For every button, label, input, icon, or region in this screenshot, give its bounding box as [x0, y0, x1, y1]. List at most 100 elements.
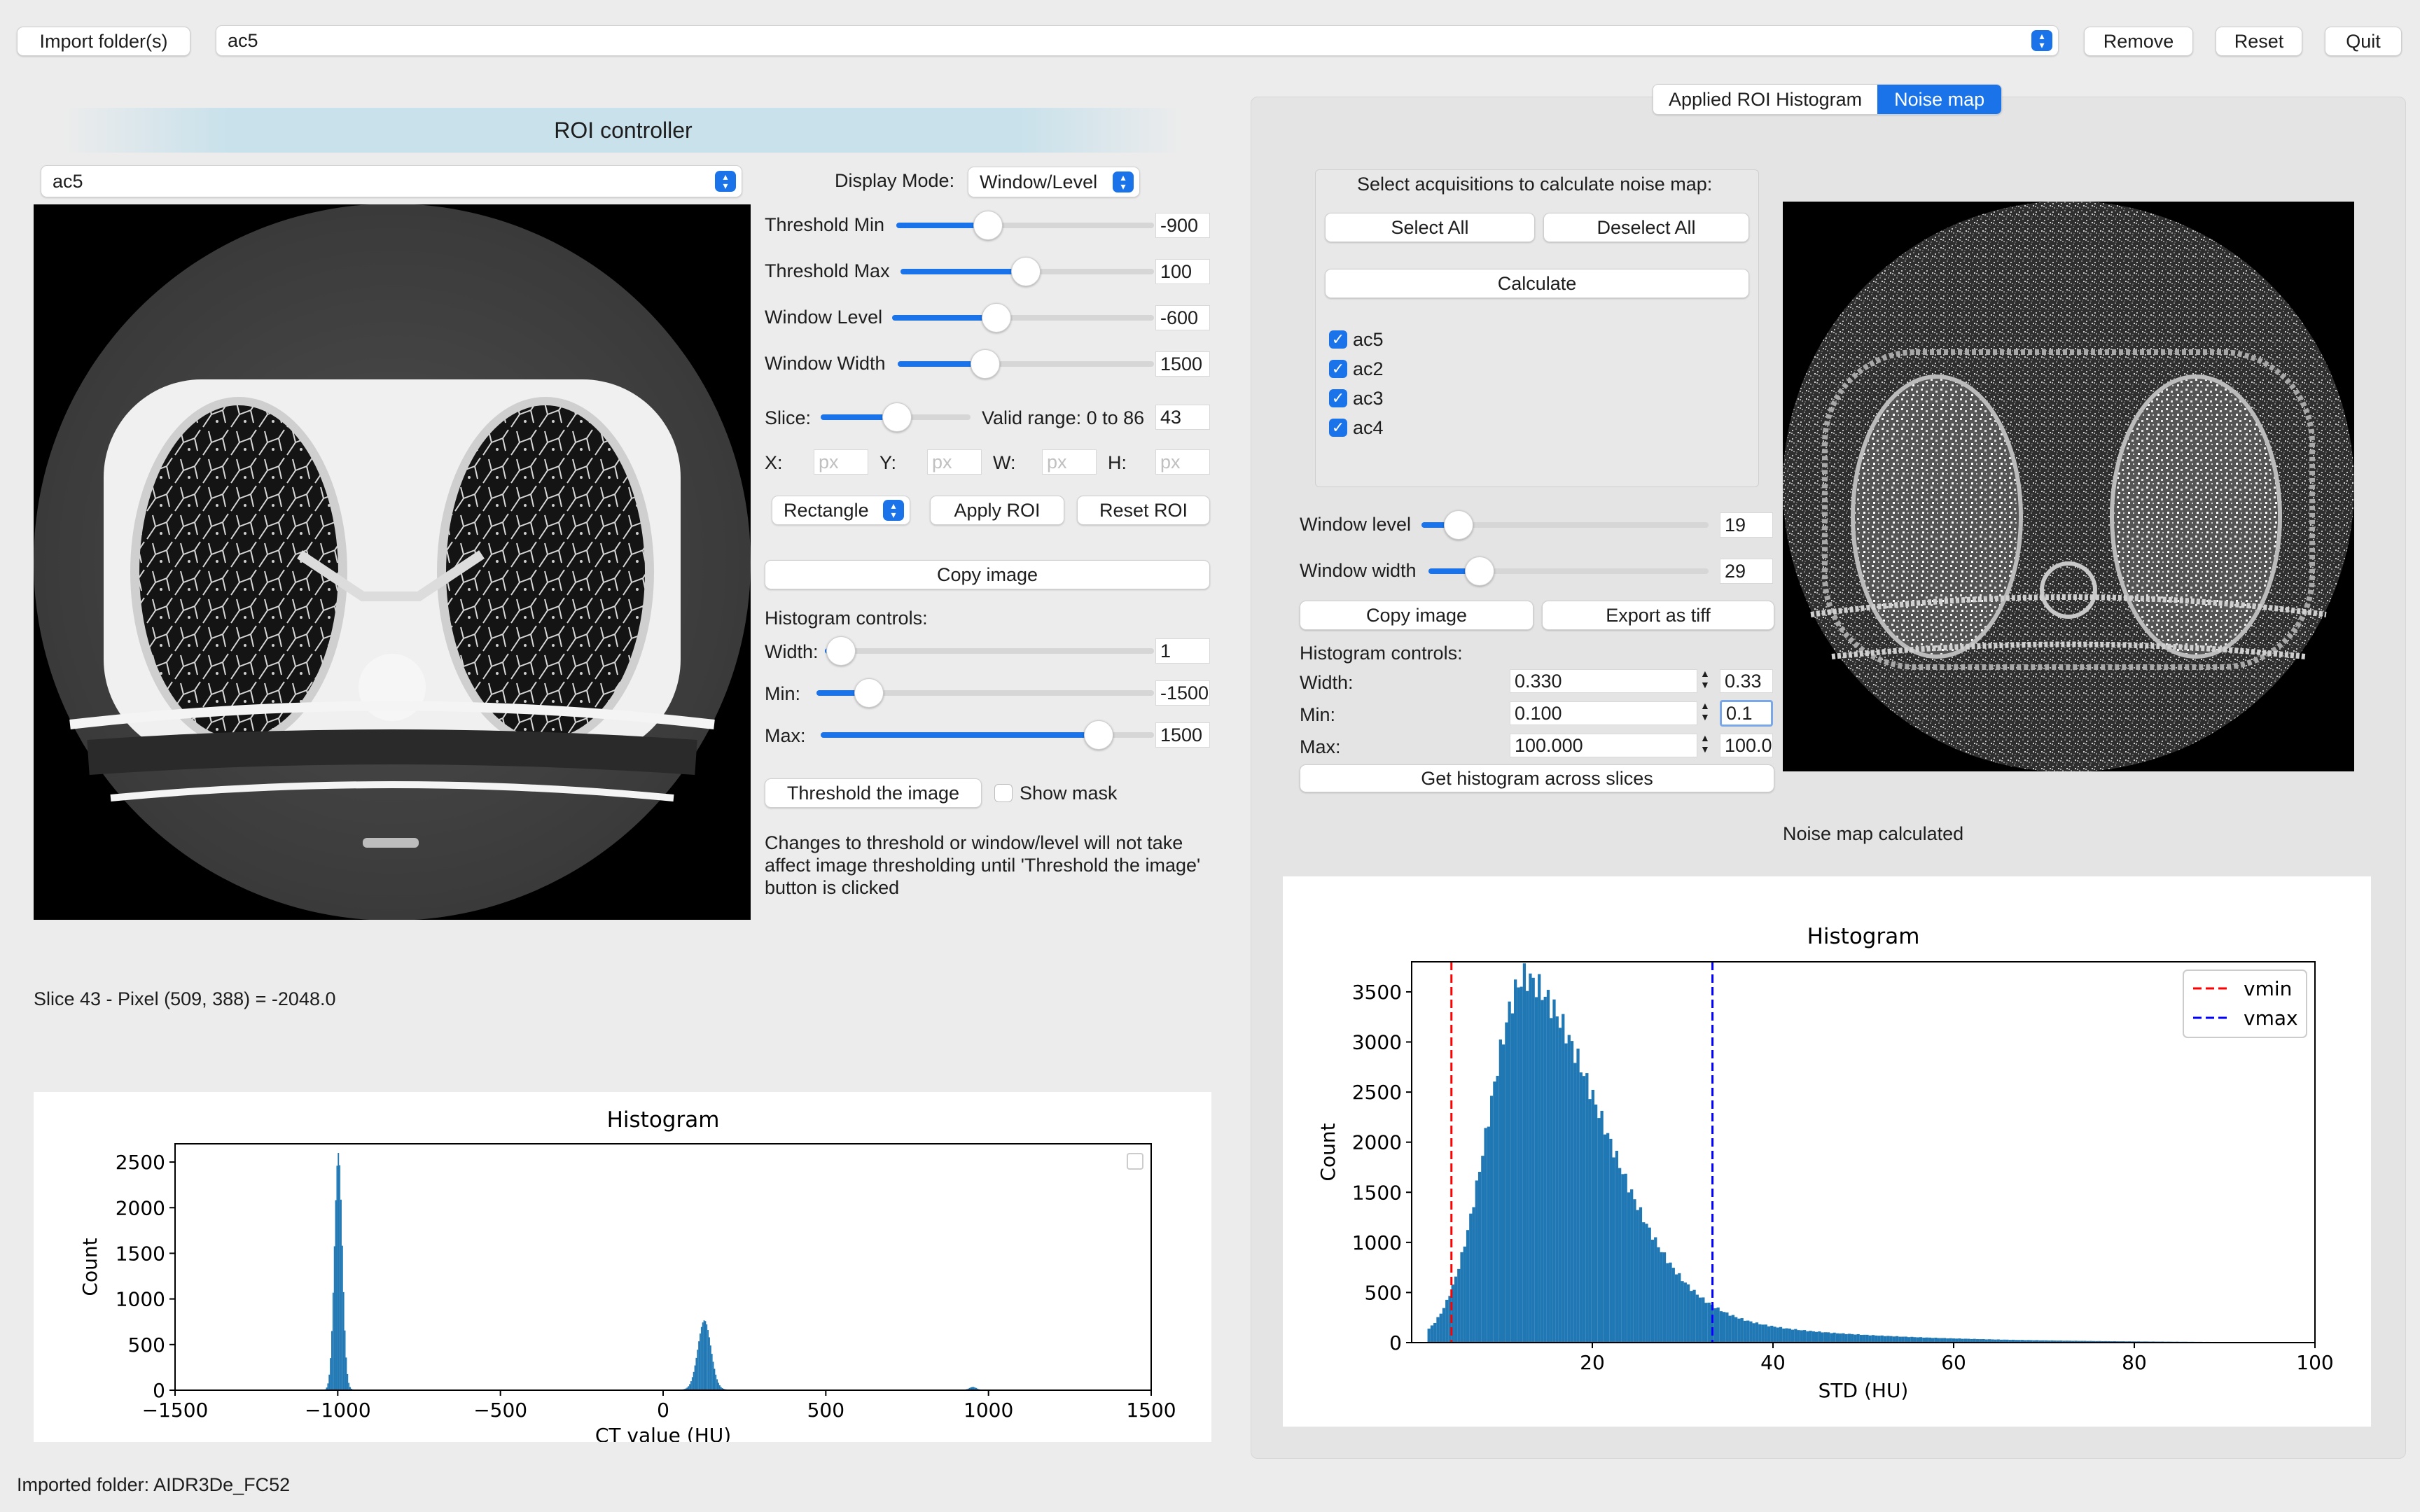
display-mode-select[interactable]: Window/Level ▴ ▾ — [968, 167, 1140, 197]
histogram-bar — [1430, 1325, 1434, 1343]
slider-knob[interactable] — [882, 402, 912, 432]
noise-max-field[interactable]: 100.0 — [1720, 734, 1773, 757]
tab-applied-roi-histogram[interactable]: Applied ROI Histogram — [1653, 85, 1878, 114]
noise-map-image[interactable] — [1783, 201, 2354, 772]
spin-arrows-icon[interactable]: ▲ ▼ — [1700, 700, 1710, 722]
roi-hist-max-field[interactable]: 1500 — [1155, 722, 1210, 748]
show-mask-checkbox[interactable] — [994, 784, 1013, 802]
acq-ac2-label: ac2 — [1353, 358, 1384, 379]
apply-roi-button[interactable]: Apply ROI — [930, 496, 1064, 525]
window-level-field[interactable]: -600 — [1155, 305, 1210, 330]
histogram-bar — [700, 1326, 702, 1390]
noise-window-width-slider[interactable] — [1428, 556, 1709, 586]
threshold-max-field[interactable]: 100 — [1155, 259, 1210, 284]
threshold-image-button[interactable]: Threshold the image — [765, 778, 982, 808]
histogram-bar — [1683, 1282, 1687, 1343]
roi-y-field[interactable]: px — [927, 449, 982, 475]
noise-max-spinbox[interactable]: 100.000 — [1510, 734, 1697, 757]
threshold-min-label: Threshold Min — [765, 214, 885, 235]
threshold-min-field[interactable]: -900 — [1155, 213, 1210, 238]
noise-copy-image-button[interactable]: Copy image — [1300, 601, 1534, 630]
threshold-max-slider[interactable] — [900, 257, 1154, 286]
quit-button[interactable]: Quit — [2325, 27, 2402, 56]
x-tick-label: 1500 — [1126, 1399, 1176, 1422]
ct-slice-image[interactable] — [34, 204, 751, 920]
noise-window-level-field[interactable]: 19 — [1720, 512, 1773, 538]
roi-h-field[interactable]: px — [1155, 449, 1210, 475]
histogram-bar — [1830, 1333, 1833, 1343]
slider-knob[interactable] — [1011, 257, 1041, 286]
histogram-bar — [342, 1292, 345, 1390]
roi-copy-image-button[interactable]: Copy image — [765, 560, 1210, 589]
roi-hist-max-slider[interactable] — [821, 720, 1154, 750]
slider-knob[interactable] — [1444, 510, 1473, 540]
histogram-bar — [330, 1358, 332, 1390]
histogram-bar — [332, 1292, 334, 1390]
roi-hist-width-slider[interactable] — [825, 636, 1154, 666]
histogram-bar — [1728, 1315, 1732, 1343]
slider-knob[interactable] — [982, 303, 1011, 332]
histogram-bar — [1707, 1302, 1711, 1343]
slider-knob[interactable] — [971, 349, 1000, 379]
y-tick-label: 3500 — [1352, 981, 1402, 1004]
deselect-all-button[interactable]: Deselect All — [1543, 213, 1749, 242]
noise-width-spinbox[interactable]: 0.330 — [1510, 669, 1697, 693]
histogram-bar — [1851, 1334, 1854, 1343]
histogram-bar — [1746, 1320, 1750, 1343]
histogram-bar — [1731, 1315, 1735, 1343]
roi-x-field[interactable]: px — [814, 449, 868, 475]
roi-shape-select[interactable]: Rectangle ▴ ▾ — [772, 496, 910, 525]
remove-button[interactable]: Remove — [2084, 27, 2193, 56]
noise-window-level-slider[interactable] — [1421, 510, 1709, 540]
noise-window-width-field[interactable]: 29 — [1720, 559, 1773, 584]
slider-knob[interactable] — [1084, 720, 1113, 750]
roi-hist-min-slider[interactable] — [816, 678, 1154, 708]
y-axis-label: Count — [1316, 1123, 1340, 1181]
slider-knob[interactable] — [1465, 556, 1494, 586]
histogram-bar — [1877, 1336, 1881, 1343]
roi-controller-header: ROI controller — [63, 108, 1183, 153]
histogram-bar — [344, 1330, 346, 1390]
histogram-bar — [1844, 1334, 1848, 1343]
acq-ac4-checkbox[interactable]: ✓ — [1329, 419, 1347, 437]
window-width-slider[interactable] — [898, 349, 1154, 379]
dataset-select-value: ac5 — [228, 29, 258, 51]
roi-acquisition-select[interactable]: ac5 ▴ ▾ — [41, 165, 742, 197]
export-tiff-button[interactable]: Export as tiff — [1542, 601, 1774, 630]
select-all-button[interactable]: Select All — [1325, 213, 1535, 242]
roi-hist-width-field[interactable]: 1 — [1155, 638, 1210, 664]
spin-arrows-icon[interactable]: ▲ ▼ — [1700, 732, 1710, 755]
spin-arrows-icon[interactable]: ▲ ▼ — [1700, 668, 1710, 690]
noise-min-field[interactable]: 0.1 — [1720, 700, 1773, 727]
y-tick-label: 1000 — [1352, 1231, 1402, 1254]
import-folders-button[interactable]: Import folder(s) — [17, 27, 190, 56]
threshold-min-slider[interactable] — [896, 211, 1154, 240]
window-level-slider[interactable] — [892, 303, 1154, 332]
roi-hist-min-field[interactable]: -1500 — [1155, 680, 1210, 706]
slice-slider[interactable] — [821, 402, 971, 432]
roi-w-field[interactable]: px — [1042, 449, 1097, 475]
acq-ac2-checkbox[interactable]: ✓ — [1329, 360, 1347, 378]
noise-min-spinbox[interactable]: 0.100 — [1510, 701, 1697, 725]
histogram-bar — [1522, 963, 1527, 1343]
tab-noise-map[interactable]: Noise map — [1877, 85, 2002, 114]
calculate-button[interactable]: Calculate — [1325, 269, 1749, 298]
acq-ac3-checkbox[interactable]: ✓ — [1329, 389, 1347, 407]
slider-knob[interactable] — [854, 678, 884, 708]
noise-width-field[interactable]: 0.33 — [1720, 669, 1773, 693]
histogram-bar — [716, 1379, 718, 1390]
histogram-bar — [1669, 1262, 1672, 1343]
window-width-field[interactable]: 1500 — [1155, 351, 1210, 377]
histogram-bar — [1892, 1336, 1896, 1343]
acq-ac5-checkbox[interactable]: ✓ — [1329, 330, 1347, 349]
histogram-bar — [1472, 1207, 1475, 1343]
slider-knob[interactable] — [973, 211, 1003, 240]
x-tick-label: 20 — [1580, 1351, 1605, 1374]
dataset-select[interactable]: ac5 ▴ ▾ — [216, 25, 2059, 56]
reset-roi-button[interactable]: Reset ROI — [1077, 496, 1210, 525]
status-bar: Imported folder: AIDR3De_FC52 — [17, 1474, 291, 1495]
slice-field[interactable]: 43 — [1155, 405, 1210, 430]
get-histogram-button[interactable]: Get histogram across slices — [1300, 764, 1774, 792]
slider-knob[interactable] — [826, 636, 856, 666]
reset-button[interactable]: Reset — [2216, 27, 2302, 56]
